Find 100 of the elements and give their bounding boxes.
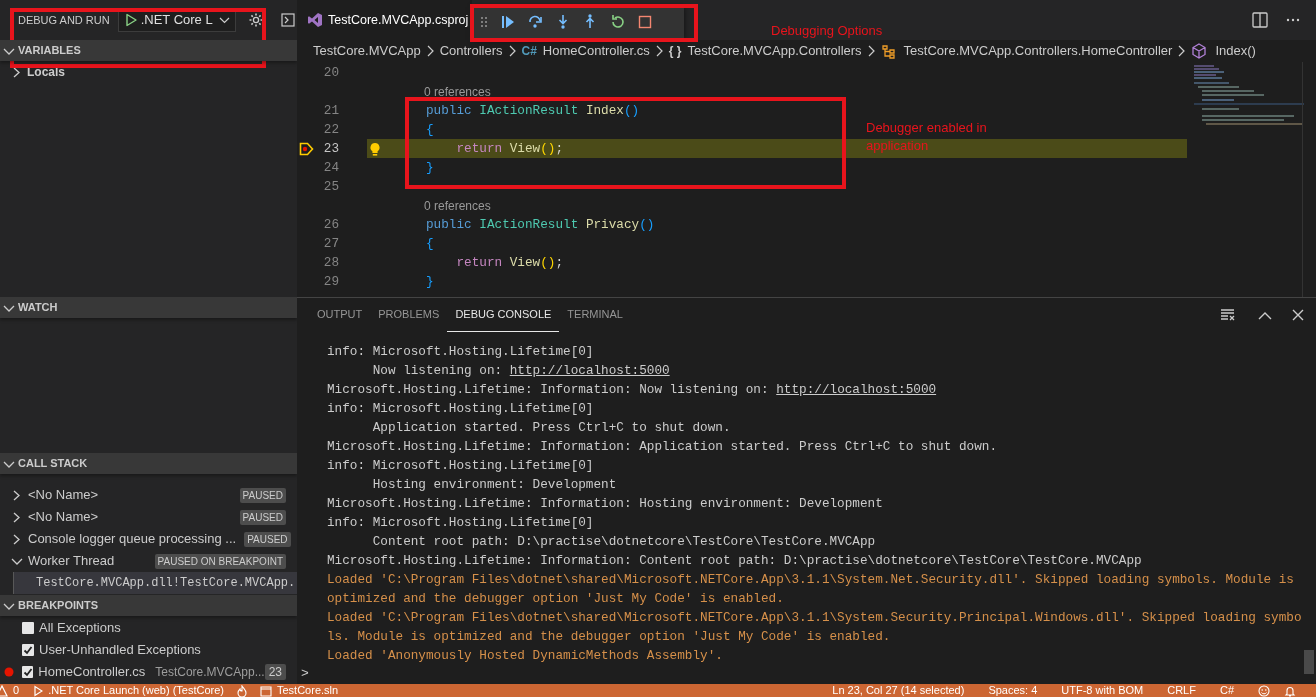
status-badge: PAUSED <box>244 531 291 547</box>
codelens-link[interactable]: 0 references <box>424 196 491 215</box>
clear-console-icon[interactable] <box>1220 308 1236 322</box>
status-badge: PAUSED <box>239 509 286 525</box>
chevron-down-icon[interactable] <box>218 15 230 25</box>
breakpoint-row[interactable]: HomeController.cs TestCore.MVCApp... 23 <box>0 661 297 683</box>
stop-icon[interactable] <box>638 14 652 29</box>
warning-icon[interactable] <box>0 684 8 697</box>
code-line: return View(); <box>455 254 564 272</box>
breadcrumb-item[interactable]: TestCore.MVCApp.Controllers <box>687 41 862 61</box>
class-icon <box>880 43 896 59</box>
line-number-badge: 23 <box>264 664 286 680</box>
line-number: 27 <box>322 235 339 253</box>
console-prompt[interactable]: > <box>301 664 309 684</box>
code-line: return View(); <box>455 140 564 158</box>
line-number: 20 <box>322 64 339 82</box>
drag-handle-icon[interactable] <box>480 15 488 28</box>
checked-checkbox[interactable] <box>22 666 34 678</box>
checked-checkbox[interactable] <box>22 644 34 656</box>
stack-frame[interactable]: TestCore.MVCApp.dll!TestCore.MVCApp. <box>13 572 297 594</box>
play-icon[interactable] <box>124 13 137 27</box>
line-number: 26 <box>322 216 339 234</box>
console-line: info: Microsoft.Hosting.Lifetime[0] <box>327 343 595 361</box>
section-header[interactable]: CALL STACK <box>0 453 297 474</box>
console-icon[interactable] <box>280 13 295 27</box>
breadcrumb-item[interactable]: HomeController.cs <box>542 41 650 61</box>
panel-tab[interactable]: PROBLEMS <box>370 298 448 332</box>
chevron-right-icon <box>866 45 876 57</box>
settings-icon[interactable] <box>247 12 264 28</box>
console-line: Microsoft.Hosting.Lifetime: Information: Application started. Press Ctrl+C to shut down. <box>327 438 998 456</box>
window-icon[interactable] <box>260 684 272 697</box>
tree-item[interactable]: Locals <box>0 61 297 83</box>
code-line: { <box>426 121 434 139</box>
split-editor-icon[interactable] <box>1252 12 1268 28</box>
status-item[interactable]: Ln 23, Col 27 (14 selected) <box>832 684 965 697</box>
thread-row[interactable]: <No Name> PAUSED <box>0 484 297 506</box>
breadcrumb-item[interactable]: Index() <box>1215 41 1256 61</box>
status-item[interactable]: CRLF <box>1167 684 1196 697</box>
chevron-right-icon <box>507 45 517 57</box>
close-icon[interactable] <box>1292 309 1304 321</box>
section-header[interactable]: BREAKPOINTS <box>0 595 297 616</box>
section-header[interactable]: WATCH <box>0 297 297 318</box>
console-line: Hosting environment: Development <box>371 476 618 494</box>
method-icon <box>1191 43 1208 59</box>
console-line: Microsoft.Hosting.Lifetime: Information: Hosting environment: Development <box>327 495 884 513</box>
section-header[interactable]: VARIABLES <box>0 40 297 61</box>
file-path: TestCore.MVCApp... <box>155 664 265 681</box>
lightbulb-icon[interactable] <box>369 141 381 156</box>
console-line: Content root path: D:\practise\dotnetcore\TestCore\TestCore.MVCApp <box>371 533 877 551</box>
status-item[interactable]: C# <box>1219 684 1234 697</box>
line-number: 28 <box>322 254 339 272</box>
thread-row[interactable]: <No Name> PAUSED <box>0 506 297 528</box>
status-item[interactable]: .NET Core Launch (web) (TestCore) <box>48 684 224 697</box>
visual-studio-project-icon <box>307 12 323 28</box>
breakpoint-row[interactable]: User-Unhandled Exceptions <box>0 639 297 661</box>
console-line: Loaded 'C:\Program Files\dotnet\shared\Microsoft.NETCore.App\3.1.1\System.Security.Principal.Windows.dll'. Skipped loading symbols. Module is optimized and the debugger option 'Just My Code' is enabled. <box>327 609 1302 646</box>
panel-tab[interactable]: OUTPUT <box>309 298 371 332</box>
panel-tab[interactable]: TERMINAL <box>559 298 631 332</box>
chevron-right-icon <box>425 45 435 57</box>
step-into-icon[interactable] <box>556 14 570 29</box>
panel-tab[interactable]: DEBUG CONSOLE <box>447 298 560 332</box>
flame-icon[interactable] <box>236 684 248 697</box>
thread-row[interactable]: Worker Thread PAUSED ON BREAKPOINT <box>0 550 297 572</box>
console-line: Application started. Press Ctrl+C to shut down. <box>371 419 732 437</box>
status-item[interactable]: Spaces: 4 <box>988 684 1038 697</box>
status-badge: PAUSED <box>239 487 286 503</box>
line-number: 24 <box>322 159 339 177</box>
csharp-file-icon: C# <box>521 42 537 60</box>
breakpoint-row[interactable]: All Exceptions <box>0 617 297 639</box>
sidebar-title: DEBUG AND RUN <box>18 12 110 28</box>
code-line: { <box>426 235 434 253</box>
status-item[interactable]: 0 <box>13 684 20 697</box>
scrollbar-thumb[interactable] <box>1304 650 1314 674</box>
checkbox[interactable] <box>22 622 34 634</box>
editor-tab[interactable]: TestCore.MVCApp.csproj <box>297 0 473 40</box>
console-line: Loaded 'Anonymously Hosted DynamicMethods Assembly'. <box>327 647 724 665</box>
more-actions-icon[interactable] <box>1286 18 1300 22</box>
step-over-icon[interactable] <box>528 14 543 29</box>
feedback-smiley-icon[interactable] <box>1258 684 1270 697</box>
line-number: 21 <box>322 102 339 120</box>
continue-icon[interactable] <box>501 14 515 29</box>
annotation-label: Debugger enabled in application <box>866 119 988 155</box>
codelens-link[interactable]: 0 references <box>424 82 491 101</box>
thread-row[interactable]: Console logger queue processing ... PAUSED <box>0 528 297 550</box>
step-out-icon[interactable] <box>583 13 597 30</box>
console-line: info: Microsoft.Hosting.Lifetime[0] <box>327 457 595 475</box>
restart-icon[interactable] <box>610 14 625 29</box>
breadcrumb-item[interactable]: Controllers <box>439 41 503 61</box>
console-line: Now listening on: http://localhost:5000 <box>371 362 671 380</box>
line-number: 23 <box>322 140 339 158</box>
status-badge: PAUSED ON BREAKPOINT <box>154 553 286 569</box>
breadcrumb-item[interactable]: TestCore.MVCApp.Controllers.HomeController <box>903 41 1173 61</box>
chevron-right-icon <box>1177 45 1187 57</box>
bell-icon[interactable] <box>1284 684 1296 697</box>
console-line: Microsoft.Hosting.Lifetime: Information: Content root path: D:\practise\dotnetcore\TestCore\TestCore.MVCApp <box>327 552 1143 570</box>
code-line: public IActionResult Index() <box>426 102 640 120</box>
status-item[interactable]: TestCore.sln <box>277 684 339 697</box>
breadcrumb-item[interactable]: TestCore.MVCApp <box>313 41 421 61</box>
maximize-panel-icon[interactable] <box>1258 310 1272 320</box>
status-item[interactable]: UTF-8 with BOM <box>1061 684 1144 697</box>
